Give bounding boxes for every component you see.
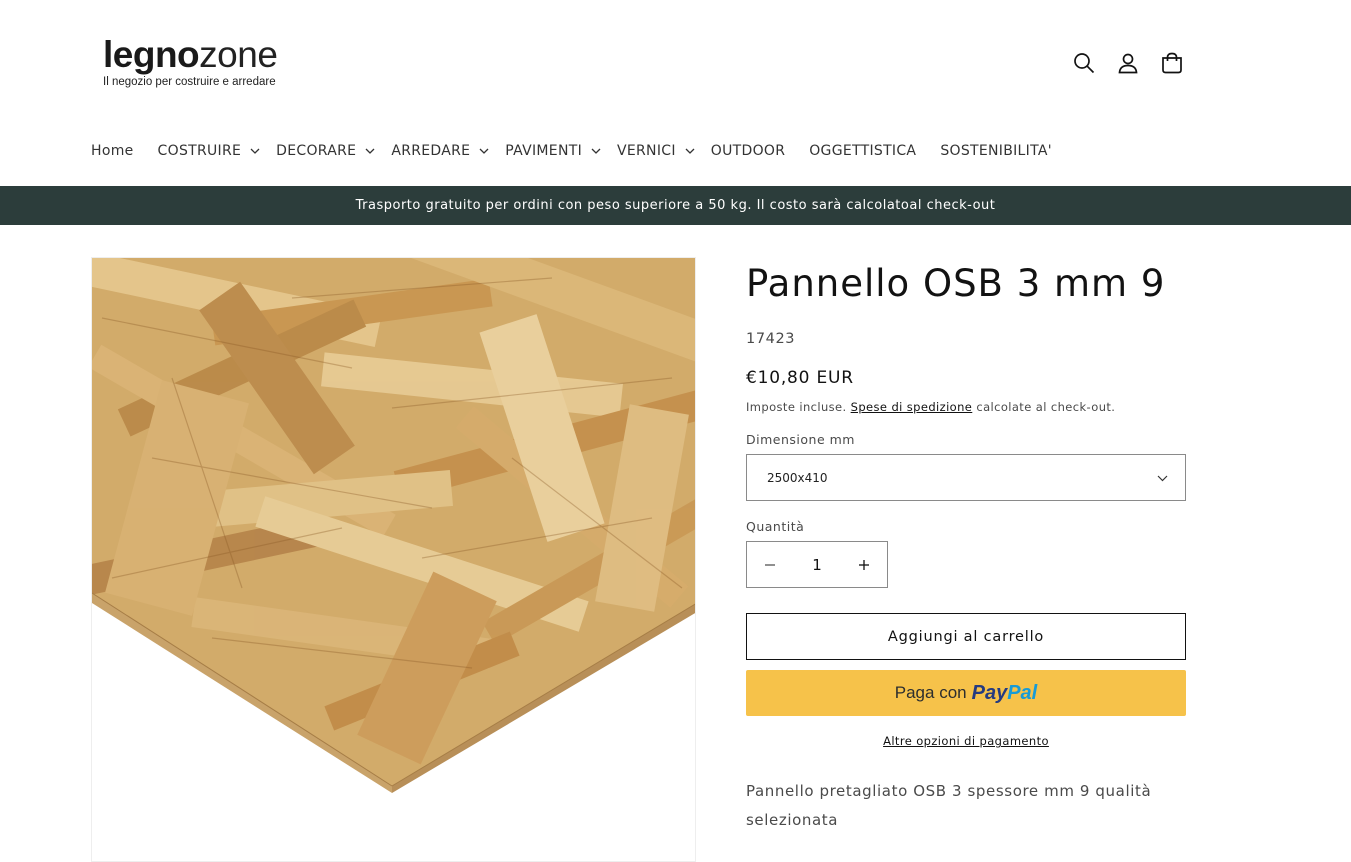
quantity-label: Quantità bbox=[746, 519, 805, 535]
chevron-down-icon bbox=[591, 148, 601, 154]
nav-item-label: OGGETTISTICA bbox=[809, 143, 917, 159]
logo-bold-text: legno bbox=[103, 34, 200, 75]
osb-board-illustration bbox=[92, 258, 695, 793]
header-icons bbox=[1071, 50, 1185, 76]
main-navigation: Home COSTRUIRE DECORARE ARREDARE PAVIMEN… bbox=[91, 143, 1052, 159]
paypal-button[interactable]: Paga con Pay Pal bbox=[746, 670, 1186, 717]
nav-item-label: VERNICI bbox=[617, 143, 676, 159]
paypal-logo-pal: Pal bbox=[1007, 681, 1038, 704]
size-label: Dimensione mm bbox=[746, 432, 855, 448]
product-sku: 17423 bbox=[746, 331, 796, 348]
store-logo[interactable]: legnozone Il negozio per costruire e arr… bbox=[103, 34, 278, 88]
quantity-stepper: 1 bbox=[746, 541, 888, 589]
paypal-logo-pay: Pay bbox=[971, 681, 1008, 704]
nav-item-costruire[interactable]: COSTRUIRE bbox=[158, 143, 261, 159]
chevron-down-icon bbox=[1157, 471, 1168, 485]
nav-item-home[interactable]: Home bbox=[91, 143, 134, 159]
account-icon[interactable] bbox=[1115, 50, 1141, 76]
nav-item-label: Home bbox=[91, 143, 134, 159]
nav-item-pavimenti[interactable]: PAVIMENTI bbox=[505, 143, 601, 159]
product-description: Pannello pretagliato OSB 3 spessore mm 9… bbox=[746, 782, 1152, 830]
nav-item-label: PAVIMENTI bbox=[505, 143, 582, 159]
size-select-value: 2500x410 bbox=[767, 470, 828, 485]
chevron-down-icon bbox=[685, 148, 695, 154]
chevron-down-icon bbox=[479, 148, 489, 154]
nav-item-label: ARREDARE bbox=[391, 143, 471, 159]
logo-wordmark: legnozone bbox=[103, 34, 278, 75]
tax-note: Imposte incluse. Spese di spedizione cal… bbox=[746, 400, 1186, 414]
product-title: Pannello OSB 3 mm 9 bbox=[746, 262, 1166, 305]
product-info: Pannello OSB 3 mm 9 17423 €10,80 EUR Imp… bbox=[746, 262, 1186, 835]
nav-item-label: DECORARE bbox=[276, 143, 357, 159]
product-image[interactable] bbox=[91, 257, 696, 862]
tax-suffix: calcolate al check-out. bbox=[976, 400, 1116, 415]
minus-icon[interactable] bbox=[763, 558, 777, 572]
cart-icon[interactable] bbox=[1159, 50, 1185, 76]
chevron-down-icon bbox=[365, 148, 375, 154]
nav-item-label: SOSTENIBILITA' bbox=[940, 143, 1052, 159]
shipping-link[interactable]: Spese di spedizione bbox=[851, 400, 973, 414]
nav-item-label: OUTDOOR bbox=[710, 143, 786, 159]
quantity-value[interactable]: 1 bbox=[812, 556, 822, 574]
plus-icon[interactable] bbox=[857, 558, 871, 572]
product-price: €10,80 EUR bbox=[746, 368, 854, 389]
nav-item-outdoor[interactable]: OUTDOOR bbox=[711, 143, 785, 159]
logo-tagline: Il negozio per costruire e arredare bbox=[103, 76, 276, 88]
announcement-text: Trasporto gratuito per ordini con peso s… bbox=[355, 198, 996, 213]
nav-item-sostenibilita[interactable]: SOSTENIBILITA' bbox=[940, 143, 1052, 159]
add-to-cart-button[interactable]: Aggiungi al carrello bbox=[746, 613, 1186, 661]
nav-item-oggettistica[interactable]: OGGETTISTICA bbox=[809, 143, 916, 159]
nav-item-arredare[interactable]: ARREDARE bbox=[391, 143, 489, 159]
size-select[interactable]: 2500x410 bbox=[746, 454, 1186, 502]
nav-item-vernici[interactable]: VERNICI bbox=[617, 143, 695, 159]
nav-item-label: COSTRUIRE bbox=[157, 143, 242, 159]
search-icon[interactable] bbox=[1071, 50, 1097, 76]
nav-item-decorare[interactable]: DECORARE bbox=[276, 143, 375, 159]
logo-light-text: zone bbox=[199, 34, 278, 75]
paypal-prefix: Paga con bbox=[894, 683, 967, 703]
announcement-bar: Trasporto gratuito per ordini con peso s… bbox=[0, 186, 1351, 225]
tax-prefix: Imposte incluse. bbox=[746, 400, 847, 415]
more-payment-options-link[interactable]: Altre opzioni di pagamento bbox=[746, 734, 1186, 748]
chevron-down-icon bbox=[250, 148, 260, 154]
